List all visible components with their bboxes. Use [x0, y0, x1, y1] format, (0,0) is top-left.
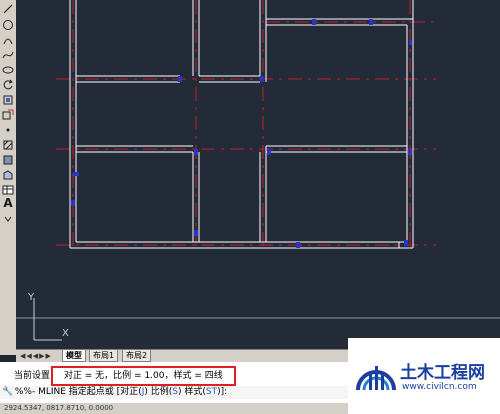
- arc-icon[interactable]: [1, 33, 15, 47]
- rotate-icon[interactable]: [1, 78, 15, 92]
- watermark-url: www.civilcn.com: [402, 382, 477, 392]
- watermark-logo-icon: [356, 366, 396, 391]
- layout-tabs-bar: ◀◀◀▶▶ 模型 布局1 布局2: [16, 349, 348, 362]
- watermark-title: 土木工程网: [400, 363, 485, 383]
- option-style[interactable]: ST: [206, 387, 217, 397]
- status-bar: 2924.5347, 0817.8710, 0.0000: [0, 403, 348, 414]
- circle-icon[interactable]: [1, 18, 15, 32]
- history-prefix: 当前设置:: [14, 371, 54, 381]
- watermark: 土木工程网 www.civilcn.com: [348, 338, 500, 414]
- wrench-icon: 🔧: [2, 387, 14, 397]
- prompt-suffix: )]:: [217, 387, 228, 397]
- gradient-icon[interactable]: [1, 153, 15, 167]
- prompt-opt2-text: ) 比例(: [144, 387, 173, 397]
- point-icon[interactable]: [1, 123, 15, 137]
- block-icon[interactable]: [1, 93, 15, 107]
- coordinates-readout: 2924.5347, 0817.8710, 0.0000: [4, 404, 114, 412]
- draw-toolbar: A: [0, 0, 17, 355]
- floor-plan-drawing: [16, 0, 500, 319]
- mtext-icon[interactable]: A: [1, 196, 15, 210]
- tab-nav-arrows[interactable]: ◀◀◀▶▶: [20, 350, 52, 362]
- drawing-canvas[interactable]: Y X: [16, 0, 500, 349]
- ellipse-icon[interactable]: [1, 63, 15, 77]
- table-icon[interactable]: [1, 183, 15, 197]
- tab-model[interactable]: 模型: [62, 350, 86, 362]
- highlight-box: [51, 366, 236, 386]
- more-tools-icon[interactable]: [1, 212, 15, 226]
- prompt-prefix: %%- MLINE 指定起点或 [: [14, 387, 121, 397]
- prompt-opt1-text: 对正(: [120, 387, 142, 397]
- command-prompt-line[interactable]: 🔧 %%- MLINE 指定起点或 [对正(J) 比例(S) 样式(ST)]:: [0, 386, 348, 399]
- ucs-x-label: X: [62, 328, 69, 339]
- hatch-icon[interactable]: [1, 138, 15, 152]
- region-icon[interactable]: [1, 168, 15, 182]
- spline-icon[interactable]: [1, 48, 15, 62]
- autocad-window: A Y X ◀◀◀▶▶ 模型 布局1 布局2 当前设置: 对正 = 无，比例 =…: [0, 0, 500, 414]
- insert-icon[interactable]: [1, 108, 15, 122]
- tab-layout1[interactable]: 布局1: [89, 350, 119, 362]
- ucs-y-label: Y: [28, 292, 35, 303]
- prompt-opt3-text: ) 样式(: [177, 387, 206, 397]
- tab-layout2[interactable]: 布局2: [122, 350, 152, 362]
- line-icon[interactable]: [1, 2, 15, 16]
